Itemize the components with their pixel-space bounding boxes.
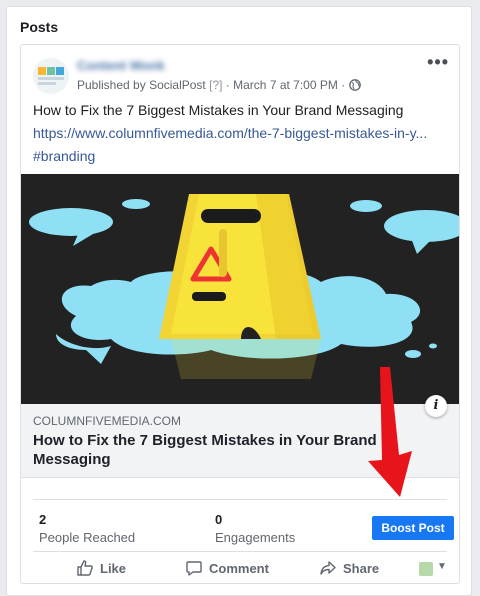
boost-post-button[interactable]: Boost Post [372,516,454,540]
link-domain: COLUMNFIVEMEDIA.COM [33,414,182,428]
like-button[interactable]: Like [76,554,126,582]
share-button[interactable]: Share [319,554,379,582]
meta-separator: · [225,78,230,92]
comment-label: Comment [209,560,269,576]
people-reached-count: 2 [39,512,47,527]
like-label: Like [100,560,127,576]
stats-divider-top [33,499,447,500]
posts-panel: Posts Content Wonk Published by SocialPo… [6,6,472,596]
comment-button[interactable]: Comment [185,554,269,582]
meta-separator-2: · [341,78,346,92]
post-date[interactable]: March 7 at 7:00 PM [233,78,338,92]
section-title: Posts [20,19,59,35]
wet-floor-sign-illustration [21,174,459,404]
share-icon [320,561,336,575]
engagements-count: 0 [215,512,223,527]
chevron-down-icon[interactable]: ▼ [437,561,447,572]
link-preview-box[interactable]: COLUMNFIVEMEDIA.COM How to Fix the 7 Big… [21,404,459,478]
share-label: Share [343,560,380,576]
post-text: How to Fix the 7 Biggest Mistakes in You… [33,102,404,118]
thumbs-up-icon [77,560,93,576]
info-icon[interactable]: i [425,395,447,417]
publisher-help-badge[interactable]: [?] [209,78,222,92]
comment-icon [186,561,202,576]
people-reached-label: People Reached [39,530,136,545]
published-by-prefix: Published by [77,78,146,92]
post-link[interactable]: https://www.columnfivemedia.com/the-7-bi… [33,125,427,141]
engagements-label: Engagements [215,530,296,545]
globe-icon [348,79,361,91]
page-avatar[interactable] [33,58,69,94]
link-title[interactable]: How to Fix the 7 Biggest Mistakes in You… [33,431,393,469]
post-card: Content Wonk Published by SocialPost [?]… [20,44,460,584]
stats-divider-bottom [33,551,447,552]
page-name[interactable]: Content Wonk [77,58,165,73]
post-meta: Published by SocialPost [?] · March 7 at… [77,78,361,92]
link-preview-image[interactable] [21,174,459,404]
publisher-link[interactable]: SocialPost [149,78,206,92]
more-options-icon[interactable]: ••• [427,53,449,71]
audience-avatar[interactable] [419,562,433,576]
post-hashtag[interactable]: #branding [33,148,95,164]
